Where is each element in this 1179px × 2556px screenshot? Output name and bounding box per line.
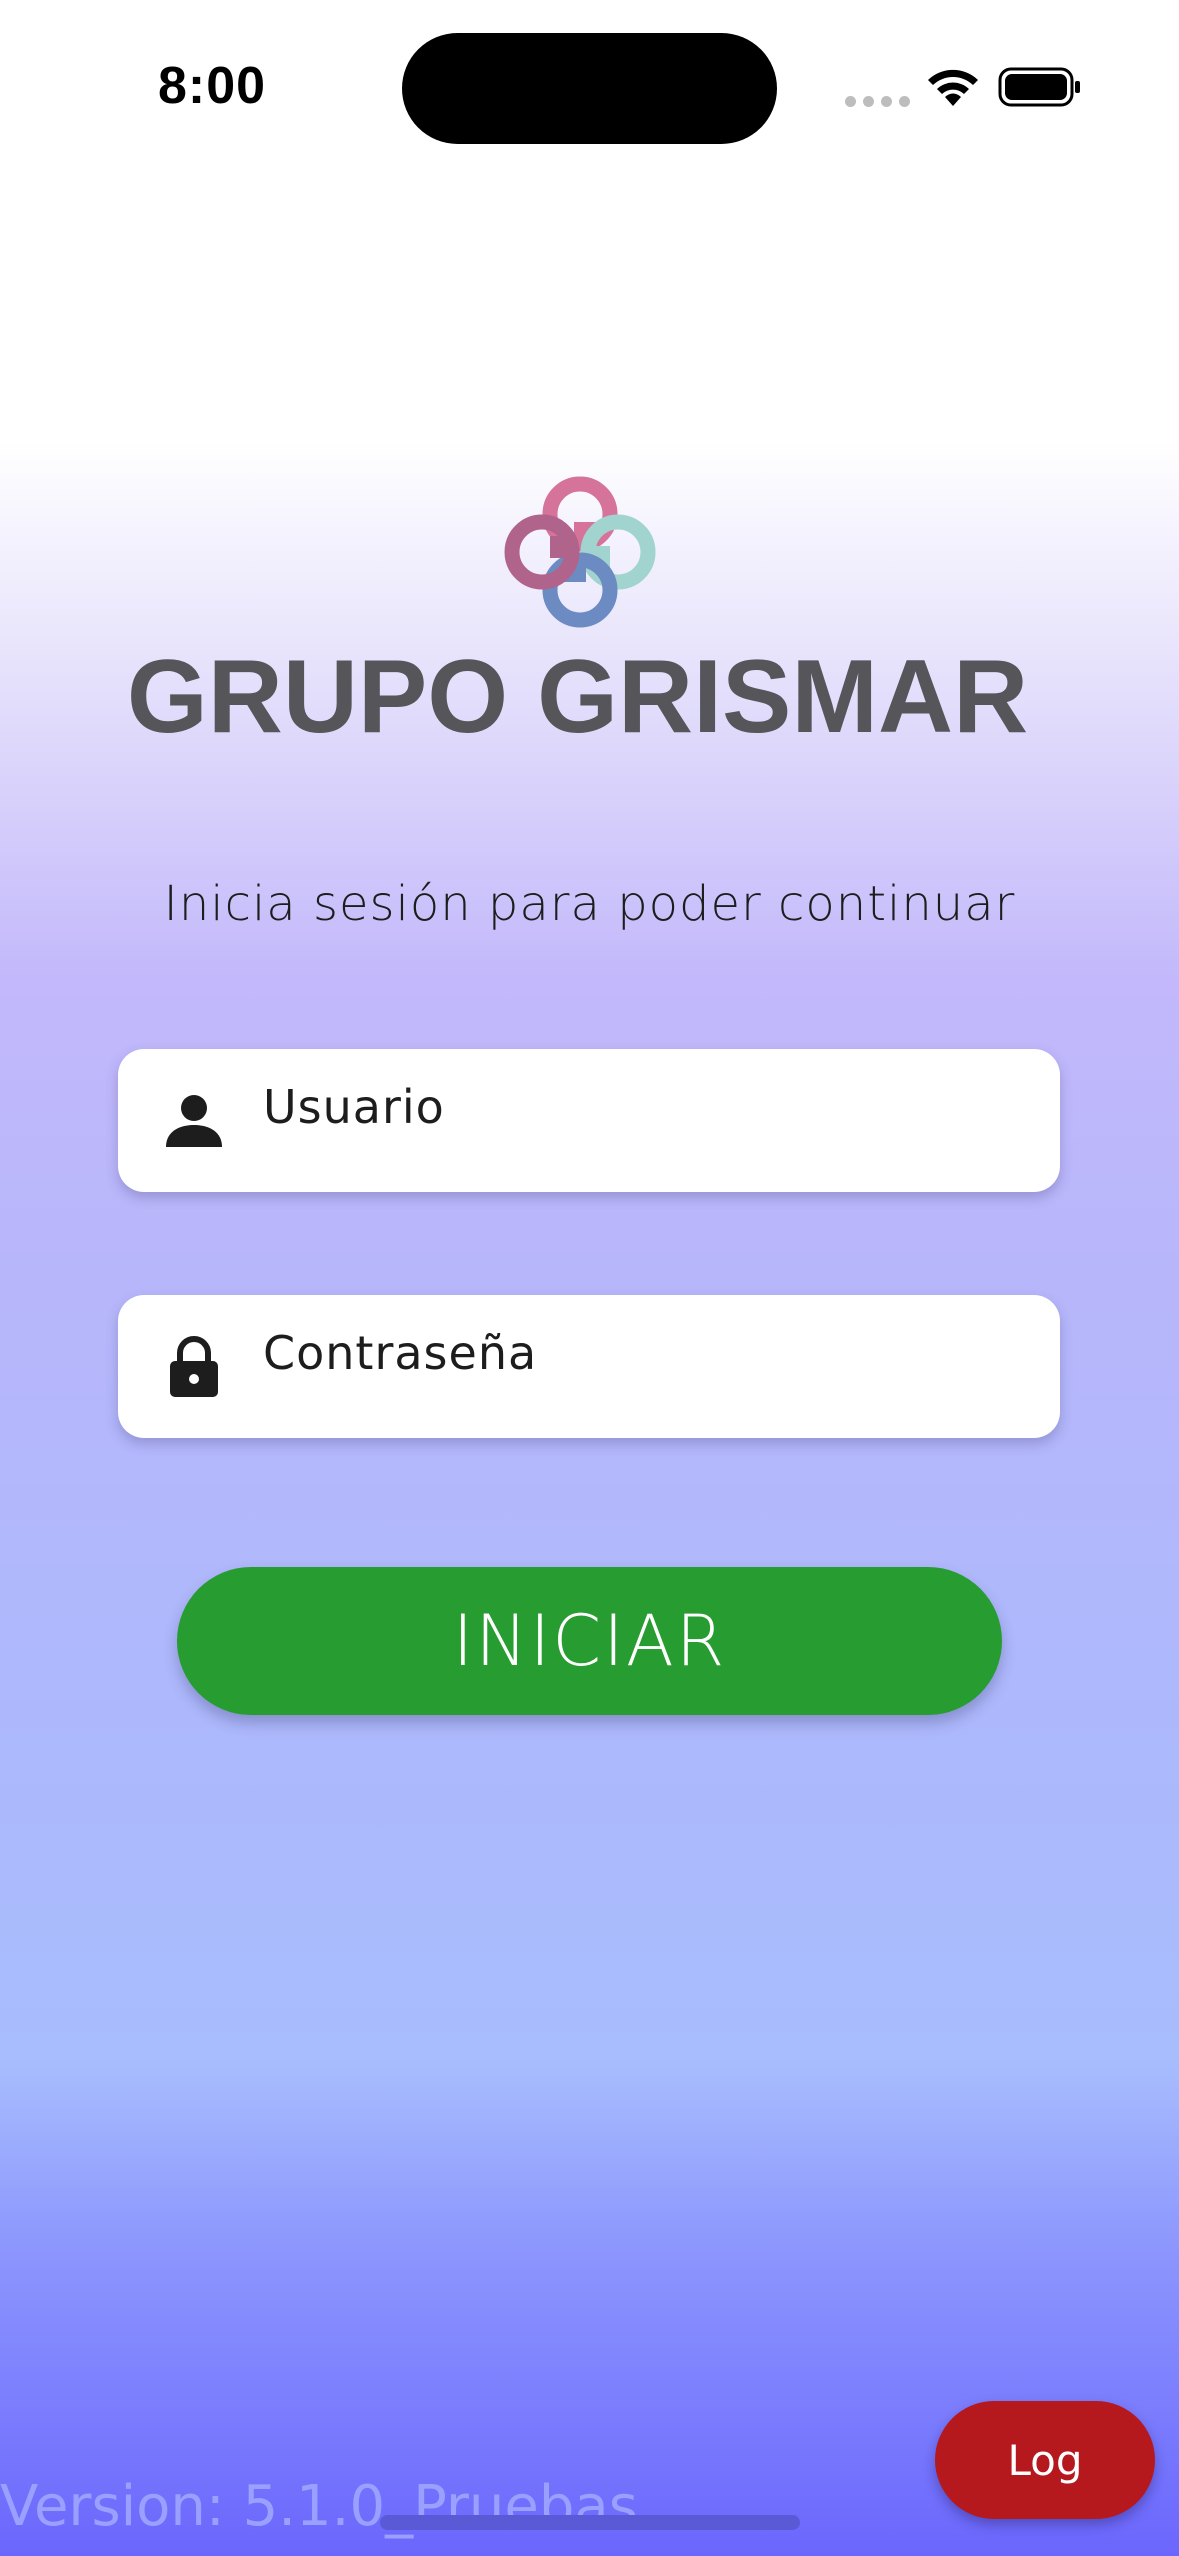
lock-icon	[170, 1336, 218, 1397]
username-field[interactable]	[118, 1049, 1060, 1192]
login-subtitle: Inicia sesión para poder continuar	[163, 876, 1016, 932]
password-field[interactable]	[118, 1295, 1060, 1438]
status-time: 8:00	[158, 57, 267, 115]
log-button[interactable]: Log	[935, 2401, 1155, 2519]
home-indicator[interactable]	[380, 2515, 800, 2530]
password-input[interactable]	[263, 1295, 1023, 1438]
person-icon	[166, 1095, 222, 1147]
wifi-icon	[928, 69, 978, 106]
brand-name: GRUPO GRISMAR	[126, 639, 1029, 755]
username-input[interactable]	[263, 1049, 1023, 1192]
battery-icon	[998, 67, 1080, 107]
cellular-signal-icon	[845, 96, 910, 107]
dynamic-island	[402, 33, 777, 144]
grupo-grismar-logo-icon	[504, 476, 656, 628]
login-button[interactable]: INICIAR	[177, 1567, 1002, 1715]
